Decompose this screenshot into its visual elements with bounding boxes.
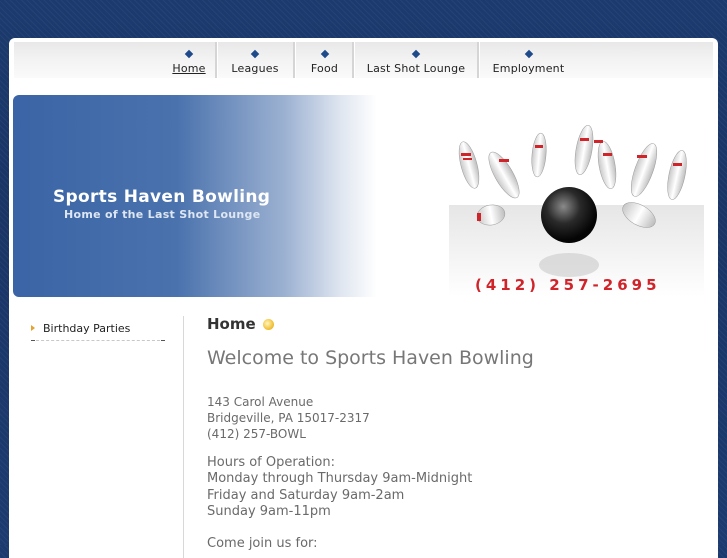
bulb-icon	[263, 319, 274, 330]
diamond-icon	[250, 49, 260, 59]
top-navigation: Home Leagues Food Last Shot Lounge Emplo…	[14, 42, 713, 78]
divider-cap	[31, 340, 35, 341]
bowling-pins-icon	[379, 95, 704, 297]
diamond-icon	[320, 49, 329, 59]
address-line: Bridgeville, PA 15017-2317	[207, 411, 370, 425]
divider-cap	[161, 340, 165, 341]
diamond-icon	[411, 49, 421, 59]
banner-phone: (412) 257-2695	[475, 276, 661, 294]
nav-home-label: Home	[172, 62, 206, 75]
sidebar-item-label: Birthday Parties	[43, 322, 131, 335]
nav-food-label: Food	[310, 62, 339, 75]
sidebar-item-birthday-parties[interactable]: Birthday Parties	[31, 320, 165, 341]
hours-line: Sunday 9am-11pm	[207, 504, 331, 519]
diamond-icon	[524, 49, 533, 59]
welcome-heading: Welcome to Sports Haven Bowling	[207, 347, 534, 369]
hours-heading: Hours of Operation:	[207, 455, 335, 470]
nav-divider	[215, 42, 218, 78]
nav-divider	[477, 42, 480, 78]
hours-line: Friday and Saturday 9am-2am	[207, 488, 405, 503]
join-text: Come join us for:	[207, 536, 318, 551]
page-container: Home Leagues Food Last Shot Lounge Emplo…	[9, 38, 718, 558]
diamond-icon	[184, 49, 194, 59]
nav-divider	[352, 42, 355, 78]
nav-divider	[293, 42, 296, 78]
nav-employment[interactable]: Employment	[481, 42, 576, 78]
nav-leagues-label: Leagues	[231, 62, 279, 75]
nav-home[interactable]: Home	[164, 42, 214, 78]
nav-last-shot-lounge[interactable]: Last Shot Lounge	[356, 42, 476, 78]
site-title: Sports Haven Bowling	[53, 187, 271, 207]
hours-line: Monday through Thursday 9am-Midnight	[207, 471, 473, 486]
sidebar-divider	[183, 316, 184, 558]
address-line: 143 Carol Avenue	[207, 395, 314, 409]
nav-leagues[interactable]: Leagues	[219, 42, 291, 78]
site-subtitle: Home of the Last Shot Lounge	[64, 208, 261, 221]
address-phone: (412) 257-BOWL	[207, 427, 306, 441]
arrow-right-icon	[31, 325, 35, 331]
nav-food[interactable]: Food	[297, 42, 352, 78]
nav-employment-label: Employment	[492, 62, 565, 75]
nav-last-shot-lounge-label: Last Shot Lounge	[366, 62, 466, 75]
page-heading: Home	[207, 315, 256, 333]
